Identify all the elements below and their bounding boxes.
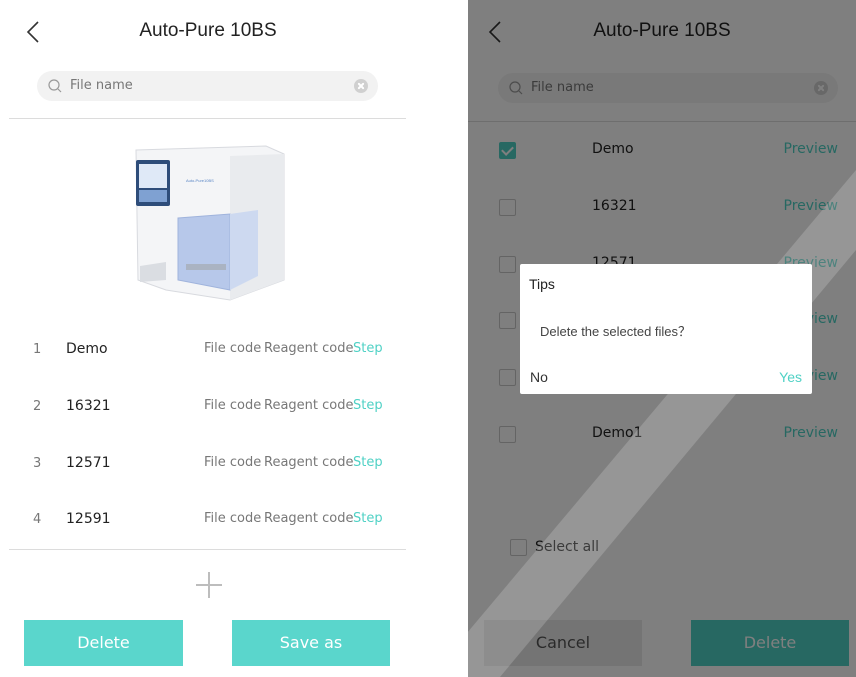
- device-label: Auto-Pure10BS: [186, 178, 214, 183]
- file-row[interactable]: 3 12571 File code Reagent code Step: [0, 438, 416, 494]
- divider: [9, 549, 406, 550]
- file-name: 16321: [66, 398, 111, 414]
- reagent-code-link[interactable]: Reagent code: [264, 398, 353, 413]
- step-link[interactable]: Step: [353, 511, 383, 526]
- yes-button[interactable]: Yes: [779, 369, 802, 385]
- clear-icon[interactable]: [354, 79, 368, 93]
- divider: [9, 118, 406, 119]
- dialog-title: Tips: [529, 276, 555, 292]
- no-button[interactable]: No: [530, 369, 548, 385]
- reagent-code-link[interactable]: Reagent code: [264, 511, 353, 526]
- file-name: 12591: [66, 511, 111, 527]
- row-index: 2: [33, 399, 42, 414]
- search-placeholder: File name: [70, 78, 133, 93]
- file-code-link[interactable]: File code: [204, 455, 261, 470]
- file-name: 12571: [66, 455, 111, 471]
- file-name: Demo: [66, 341, 108, 357]
- file-row[interactable]: 1 Demo File code Reagent code Step: [0, 324, 416, 380]
- file-code-link[interactable]: File code: [204, 511, 261, 526]
- file-code-link[interactable]: File code: [204, 398, 261, 413]
- dialog-message: Delete the selected files？: [540, 324, 692, 339]
- add-icon[interactable]: [196, 572, 222, 598]
- row-index: 4: [33, 512, 42, 527]
- search-icon: [48, 79, 62, 93]
- step-link[interactable]: Step: [353, 341, 383, 356]
- delete-files-screen: Auto-Pure 10BS File name Demo Preview 16…: [468, 0, 856, 677]
- file-list-screen: Auto-Pure 10BS File name Auto-Pure10BS 1…: [0, 0, 416, 677]
- save-as-button[interactable]: Save as: [232, 620, 390, 666]
- delete-button[interactable]: Delete: [24, 620, 183, 666]
- file-code-link[interactable]: File code: [204, 341, 261, 356]
- page-title: Auto-Pure 10BS: [139, 20, 277, 41]
- reagent-code-link[interactable]: Reagent code: [264, 455, 353, 470]
- step-link[interactable]: Step: [353, 455, 383, 470]
- top-bar: Auto-Pure 10BS: [0, 0, 416, 64]
- file-row[interactable]: 4 12591 File code Reagent code Step: [0, 494, 416, 550]
- file-row[interactable]: 2 16321 File code Reagent code Step: [0, 381, 416, 437]
- search-input[interactable]: File name: [37, 71, 378, 101]
- row-index: 1: [33, 342, 42, 357]
- device-image: Auto-Pure10BS: [135, 145, 285, 301]
- row-index: 3: [33, 456, 42, 471]
- confirm-dialog: Tips Delete the selected files？ No Yes: [520, 264, 812, 394]
- step-link[interactable]: Step: [353, 398, 383, 413]
- reagent-code-link[interactable]: Reagent code: [264, 341, 353, 356]
